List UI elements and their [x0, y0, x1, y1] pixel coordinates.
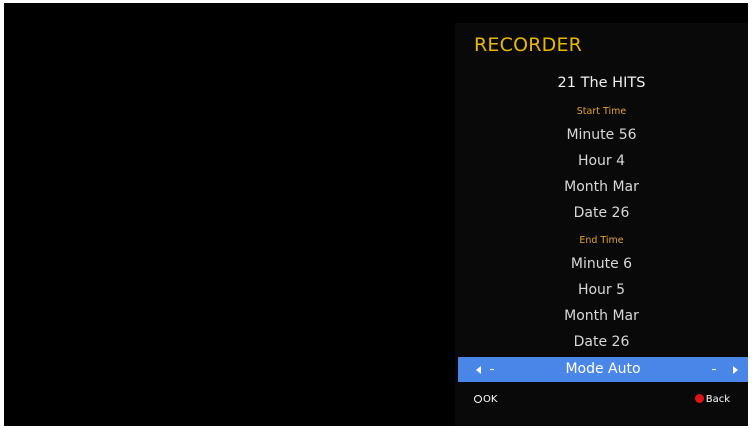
end-month-option[interactable]: Month Mar: [455, 307, 748, 325]
ok-hint[interactable]: OK: [474, 394, 497, 406]
start-date-option[interactable]: Date 26: [455, 204, 748, 222]
start-month-option[interactable]: Month Mar: [455, 178, 748, 196]
right-arrow-icon: [733, 366, 738, 374]
end-time-header: End Time: [579, 235, 624, 246]
end-date-option[interactable]: Date 26: [455, 333, 748, 351]
ok-label: OK: [483, 394, 498, 405]
start-hour-option[interactable]: Hour 4: [455, 152, 748, 170]
end-hour-option[interactable]: Hour 5: [455, 281, 748, 299]
dash-icon: [712, 369, 716, 370]
mode-label: Mode Auto: [565, 361, 641, 377]
channel-name[interactable]: 21 The HITS: [455, 74, 748, 92]
mode-selector[interactable]: Mode Auto: [458, 357, 748, 382]
panel-title: RECORDER: [474, 34, 583, 56]
recorder-panel: RECORDER 21 The HITS Start Time Minute 5…: [455, 23, 748, 426]
back-label: Back: [705, 394, 730, 405]
back-hint[interactable]: Back: [694, 394, 730, 406]
start-time-header: Start Time: [576, 106, 627, 117]
red-dot-icon: [694, 394, 704, 403]
mode-increase[interactable]: [708, 365, 738, 375]
end-minute-option[interactable]: Minute 6: [455, 255, 748, 273]
ok-circle-icon: [474, 395, 482, 403]
start-minute-option[interactable]: Minute 56: [455, 126, 748, 144]
tv-screen: RECORDER 21 The HITS Start Time Minute 5…: [4, 3, 748, 426]
